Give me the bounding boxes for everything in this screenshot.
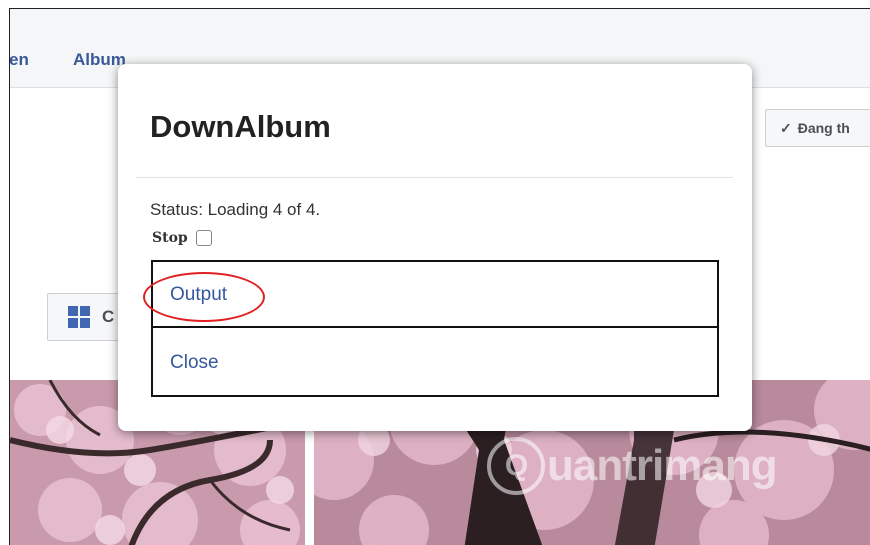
dialog-title: DownAlbum bbox=[150, 109, 331, 144]
nav-link-partial[interactable]: en bbox=[10, 50, 29, 70]
watermark: Q uantrimang bbox=[487, 437, 778, 495]
grid-view-button-label: C bbox=[102, 307, 115, 326]
check-icon: ✓ bbox=[780, 119, 792, 136]
watermark-logo: Q bbox=[487, 437, 545, 495]
close-row: Close bbox=[151, 326, 719, 397]
highlight-circle bbox=[143, 272, 265, 322]
close-link[interactable]: Close bbox=[170, 352, 219, 374]
following-button-label: Đang th bbox=[797, 120, 850, 136]
stop-checkbox[interactable] bbox=[195, 230, 212, 246]
stop-label: Stop bbox=[152, 230, 188, 246]
following-button[interactable]: ✓ Đang th bbox=[765, 109, 870, 147]
watermark-text: uantrimang bbox=[547, 441, 778, 490]
grid-icon bbox=[68, 306, 90, 328]
nav-link-album[interactable]: Album bbox=[73, 50, 126, 70]
downalbum-dialog: DownAlbum Status: Loading 4 of 4. Stop O… bbox=[118, 64, 752, 431]
status-text: Status: Loading 4 of 4. bbox=[150, 200, 321, 219]
stop-row: Stop bbox=[152, 230, 212, 246]
divider bbox=[136, 177, 733, 178]
